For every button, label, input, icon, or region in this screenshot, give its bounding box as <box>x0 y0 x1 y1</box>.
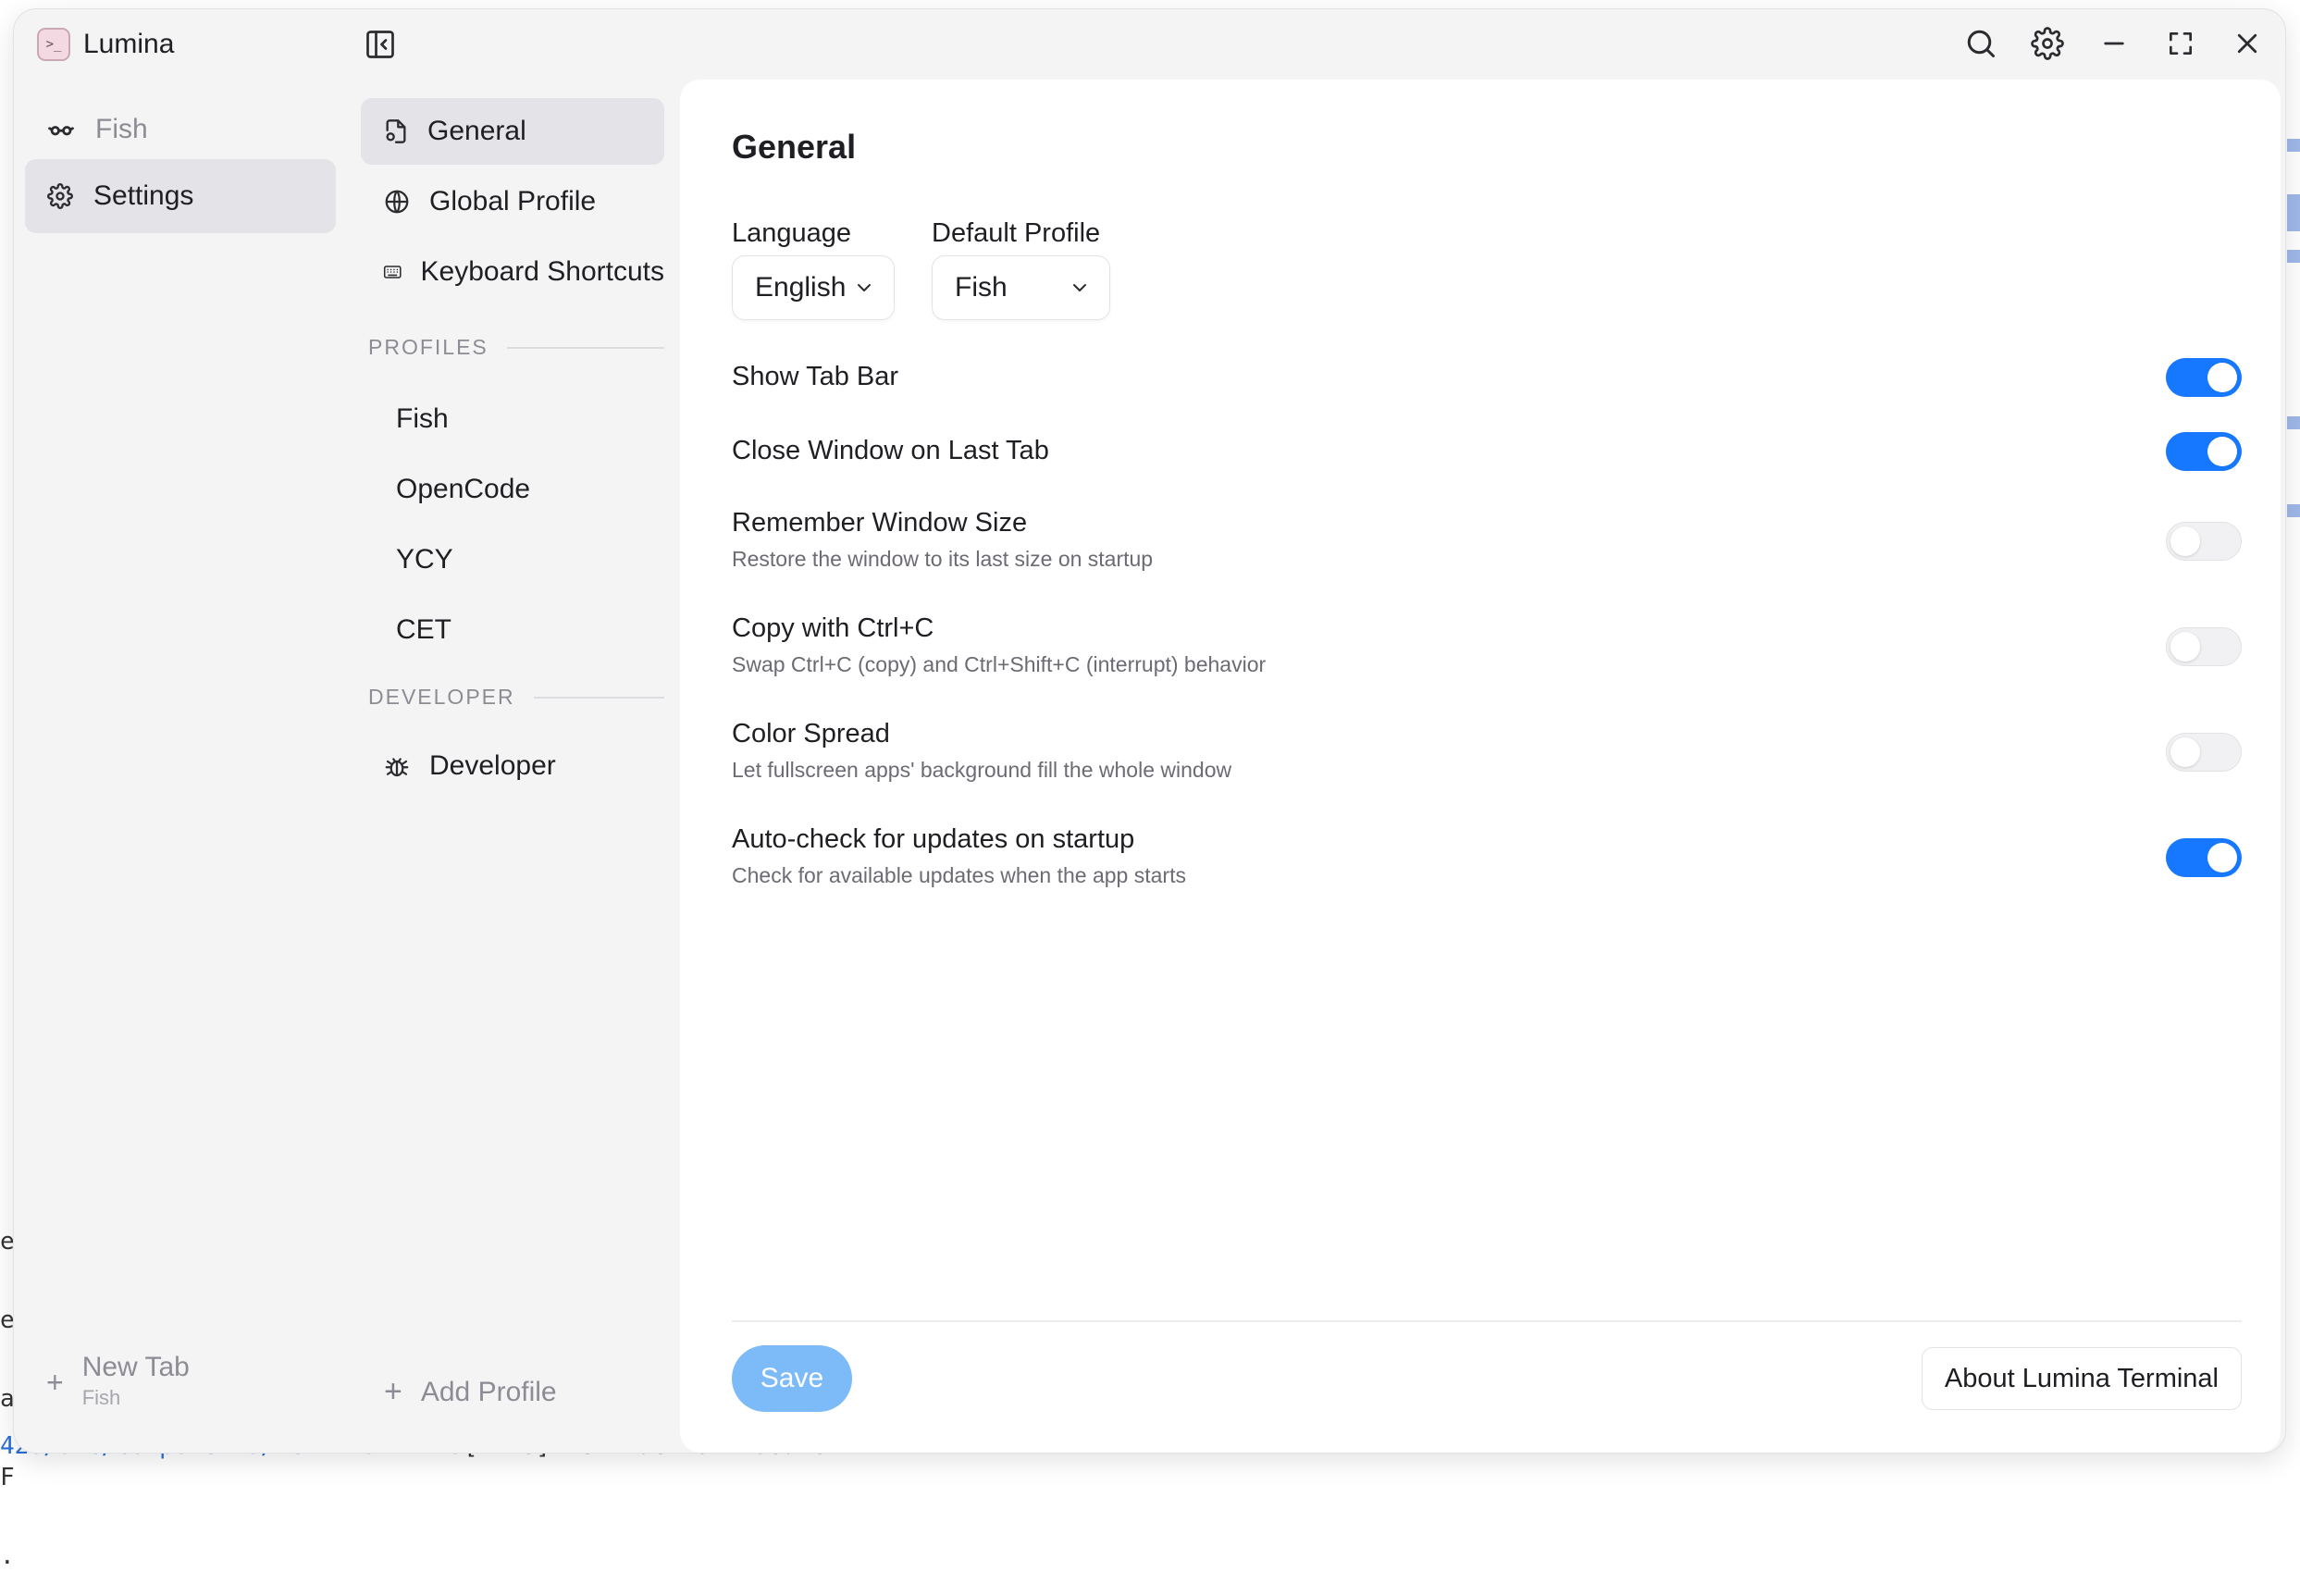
nav-item-keyboard-shortcuts[interactable]: Keyboard Shortcuts <box>361 239 664 305</box>
fullscreen-icon <box>2170 32 2192 55</box>
close-button[interactable] <box>2228 24 2267 63</box>
globe-icon <box>385 190 409 214</box>
setting-show-tab-bar: Show Tab Bar <box>732 362 899 391</box>
tab-label: Fish <box>95 114 148 144</box>
add-profile-button[interactable]: + Add Profile <box>384 1374 557 1410</box>
add-profile-label: Add Profile <box>420 1376 557 1407</box>
app-title: Lumina <box>83 29 175 59</box>
toggle-auto-check-updates[interactable] <box>2166 838 2242 877</box>
section-label: DEVELOPER <box>368 685 515 709</box>
setting-description: Check for available updates when the app… <box>732 863 1186 887</box>
toggle-copy-ctrl-c[interactable] <box>2166 627 2242 666</box>
tab-settings[interactable]: Settings <box>25 159 336 233</box>
footer-divider <box>732 1320 2242 1322</box>
nav-label: Global Profile <box>429 186 597 217</box>
app-window: >_ Lumina Fish Settings + New Tab Fish G… <box>14 9 2285 1453</box>
tab-fish[interactable]: Fish <box>25 93 336 167</box>
maximize-button[interactable] <box>2161 24 2200 63</box>
plus-icon: + <box>46 1366 64 1399</box>
setting-close-window-last-tab: Close Window on Last Tab <box>732 436 1049 465</box>
new-tab-label: New Tab <box>81 1352 190 1382</box>
tab-label: Settings <box>93 180 194 211</box>
profile-item-fish[interactable]: Fish <box>361 388 664 451</box>
section-label: PROFILES <box>368 335 488 359</box>
profiles-heading: PROFILES <box>368 335 664 360</box>
profile-item-cet[interactable]: CET <box>361 599 664 662</box>
window-controls <box>1961 24 2267 63</box>
nav-item-developer[interactable]: Developer <box>361 733 664 799</box>
language-value: English <box>755 272 847 303</box>
gear-icon <box>47 183 73 209</box>
close-icon <box>2237 33 2257 54</box>
language-label: Language <box>732 218 852 248</box>
chevron-down-icon <box>1073 284 1086 291</box>
divider <box>506 346 664 349</box>
toggle-color-spread[interactable] <box>2166 733 2242 772</box>
minimize-button[interactable] <box>2095 24 2133 63</box>
setting-description: Let fullscreen apps' background fill the… <box>732 758 1232 782</box>
page-title: General <box>732 128 857 166</box>
profile-item-ycy[interactable]: YCY <box>361 528 664 591</box>
bug-icon <box>385 758 409 777</box>
nav-label: Keyboard Shortcuts <box>420 256 664 287</box>
sidebar-toggle-icon[interactable] <box>364 28 397 61</box>
background-scrollbar-markers <box>2283 139 2300 527</box>
keyboard-icon <box>383 266 402 278</box>
default-profile-select[interactable]: Fish <box>932 255 1110 320</box>
nav-item-global-profile[interactable]: Global Profile <box>361 168 664 235</box>
new-tab-profile: Fish <box>81 1386 121 1409</box>
setting-copy-ctrl-c: Copy with Ctrl+C <box>732 613 934 643</box>
search-button[interactable] <box>1961 24 2000 63</box>
default-profile-label: Default Profile <box>932 218 1101 248</box>
toggle-show-tab-bar[interactable] <box>2166 358 2242 397</box>
search-icon <box>1967 30 1995 57</box>
setting-description: Restore the window to its last size on s… <box>732 547 1154 571</box>
nav-item-general[interactable]: General <box>361 98 664 165</box>
save-button[interactable]: Save <box>732 1345 852 1412</box>
plus-icon: + <box>384 1374 402 1409</box>
developer-heading: DEVELOPER <box>368 685 664 710</box>
setting-remember-window-size: Remember Window Size <box>732 508 1028 538</box>
toggle-remember-window-size[interactable] <box>2166 522 2242 561</box>
language-select[interactable]: English <box>732 255 895 320</box>
file-settings-icon <box>386 119 406 143</box>
chevron-down-icon <box>858 284 871 291</box>
setting-color-spread: Color Spread <box>732 719 890 749</box>
settings-panel: General Language English Default Profile… <box>680 80 2281 1453</box>
divider <box>533 696 664 699</box>
nav-label: Developer <box>429 750 556 781</box>
setting-description: Swap Ctrl+C (copy) and Ctrl+Shift+C (int… <box>732 652 1267 676</box>
minimize-icon <box>2104 42 2124 45</box>
nav-label: General <box>427 116 526 146</box>
profile-item-opencode[interactable]: OpenCode <box>361 458 664 521</box>
default-profile-value: Fish <box>955 272 1008 303</box>
about-button[interactable]: About Lumina Terminal <box>1921 1347 2242 1410</box>
background-snippet: . <box>0 1542 15 1570</box>
gear-icon <box>2031 27 2064 60</box>
app-logo: >_ <box>37 28 70 61</box>
settings-button[interactable] <box>2028 24 2067 63</box>
toggle-close-window-last-tab[interactable] <box>2166 432 2242 471</box>
glasses-icon <box>48 126 74 136</box>
setting-auto-check-updates: Auto-check for updates on startup <box>732 824 1135 854</box>
new-tab-button[interactable]: + New Tab Fish <box>46 1351 190 1412</box>
